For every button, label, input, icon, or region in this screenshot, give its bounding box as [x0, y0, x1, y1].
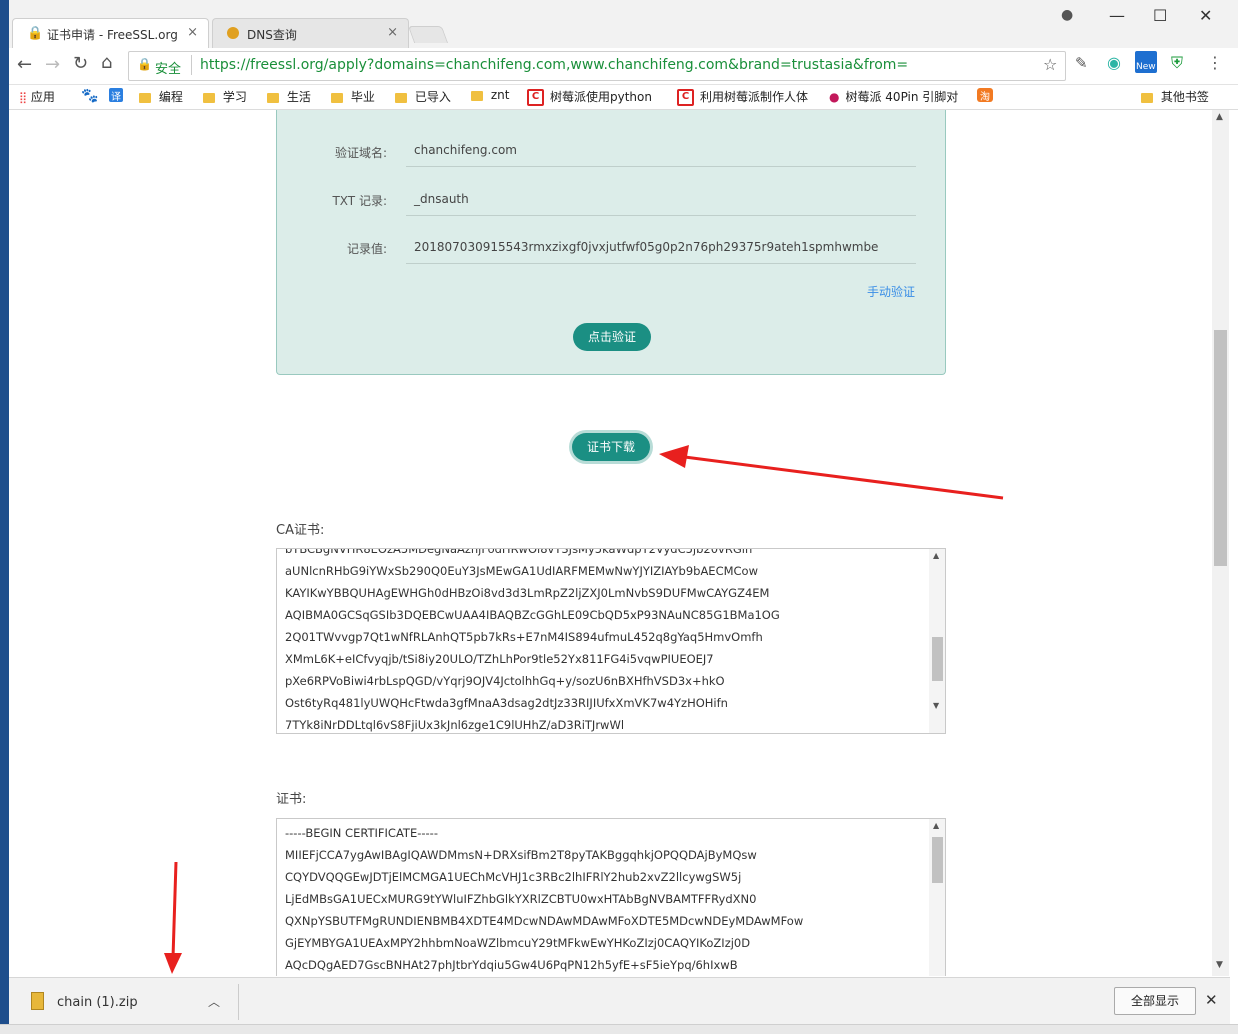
- tab-close-button[interactable]: ×: [387, 25, 398, 40]
- bookmarks-bar: ⣿ 应用 🐾 译 编程 学习 生活 毕业 已导入 znt C 树莓派使用pytho…: [9, 85, 1238, 110]
- divider: [191, 55, 192, 75]
- bookmark-other[interactable]: 其他书签: [1141, 88, 1209, 105]
- folder-icon: [331, 92, 343, 103]
- bookmark-folder[interactable]: 生活: [267, 88, 311, 105]
- bookmark-folder[interactable]: 毕业: [331, 88, 375, 105]
- lock-icon: 🔒: [27, 26, 44, 41]
- shield-icon[interactable]: ⛨: [1171, 53, 1183, 73]
- annotation-arrow-line: [676, 454, 1004, 500]
- scroll-down-icon[interactable]: ▼: [1216, 960, 1223, 970]
- folder-icon: [471, 90, 483, 101]
- site-icon: [227, 27, 239, 39]
- profile-icon[interactable]: ●: [1061, 7, 1073, 23]
- page-content: 验证域名: chanchifeng.com TXT 记录: _dnsauth 记…: [9, 110, 1212, 976]
- zip-file-icon: [31, 992, 44, 1010]
- translate-icon[interactable]: 译: [109, 88, 123, 103]
- menu-icon[interactable]: ⋮: [1207, 53, 1223, 72]
- tab-title: 证书申请 - FreeSSL.org: [47, 28, 178, 42]
- address-bar[interactable]: 🔒 安全 https://freessl.org/apply?domains=c…: [128, 51, 1066, 81]
- raspberry-icon: ●: [829, 90, 840, 104]
- star-icon[interactable]: ☆: [1043, 55, 1057, 74]
- annotation-arrow-line: [171, 861, 178, 959]
- tab-strip: 🔒 证书申请 - FreeSSL.org × DNS查询 × ● — ☐ ✕: [9, 0, 1238, 49]
- folder-icon: [267, 92, 279, 103]
- apps-icon: ⣿: [19, 91, 28, 104]
- baidu-icon[interactable]: 🐾: [81, 88, 98, 104]
- annotation-arrowhead: [164, 953, 182, 974]
- scroll-thumb[interactable]: [1214, 330, 1227, 566]
- extension-icon[interactable]: ✎: [1075, 54, 1088, 72]
- folder-icon: [139, 92, 151, 103]
- chevron-up-icon[interactable]: ︿: [208, 993, 220, 1010]
- security-label: 安全: [155, 62, 182, 77]
- extension-badge: New: [1136, 62, 1156, 72]
- download-bar: chain (1).zip ︿ 全部显示 ✕: [9, 977, 1230, 1025]
- tab-freessl[interactable]: 🔒 证书申请 - FreeSSL.org ×: [12, 18, 209, 49]
- bookmark-link[interactable]: ● 树莓派 40Pin 引脚对: [829, 88, 967, 105]
- tab-title: DNS查询: [247, 28, 297, 42]
- folder-icon: [1141, 92, 1153, 103]
- close-window-button[interactable]: ✕: [1199, 6, 1212, 25]
- csdn-icon: C: [527, 89, 544, 106]
- bookmark-apps[interactable]: ⣿ 应用: [19, 88, 55, 105]
- bookmark-folder[interactable]: znt: [471, 88, 509, 102]
- bookmark-link[interactable]: C 树莓派使用python: [527, 88, 677, 106]
- page-scrollbar[interactable]: ▲ ▼: [1212, 110, 1229, 976]
- home-icon[interactable]: ⌂: [101, 52, 112, 73]
- back-icon[interactable]: ←: [17, 54, 32, 75]
- lock-icon: 🔒: [137, 57, 152, 71]
- url-text[interactable]: https://freessl.org/apply?domains=chanch…: [200, 57, 1030, 73]
- maximize-button[interactable]: ☐: [1153, 6, 1167, 25]
- tab-close-button[interactable]: ×: [187, 25, 198, 40]
- divider: [238, 984, 239, 1020]
- new-tab-button[interactable]: [407, 26, 449, 43]
- extension-icon[interactable]: ◉: [1107, 53, 1121, 72]
- tab-dns[interactable]: DNS查询 ×: [212, 18, 409, 49]
- extension-icon[interactable]: New: [1135, 51, 1157, 73]
- annotation-arrowhead: [659, 445, 689, 468]
- forward-icon[interactable]: →: [45, 54, 60, 75]
- close-download-bar-button[interactable]: ✕: [1205, 991, 1218, 1009]
- bookmark-folder[interactable]: 已导入: [395, 88, 451, 105]
- folder-icon: [203, 92, 215, 103]
- taobao-icon[interactable]: 淘: [977, 88, 993, 103]
- show-all-button[interactable]: 全部显示: [1114, 987, 1196, 1015]
- annotation-arrows: [164, 445, 1004, 974]
- download-file-name[interactable]: chain (1).zip: [57, 995, 138, 1010]
- csdn-icon: C: [677, 89, 694, 106]
- minimize-button[interactable]: —: [1109, 6, 1125, 25]
- bookmark-link[interactable]: C 利用树莓派制作人体: [677, 88, 815, 106]
- desktop-left-edge: [0, 0, 9, 1033]
- reload-icon[interactable]: ↻: [73, 53, 88, 74]
- bookmark-folder[interactable]: 编程: [139, 88, 183, 105]
- folder-icon: [395, 92, 407, 103]
- bookmark-folder[interactable]: 学习: [203, 88, 247, 105]
- scroll-up-icon[interactable]: ▲: [1216, 112, 1223, 122]
